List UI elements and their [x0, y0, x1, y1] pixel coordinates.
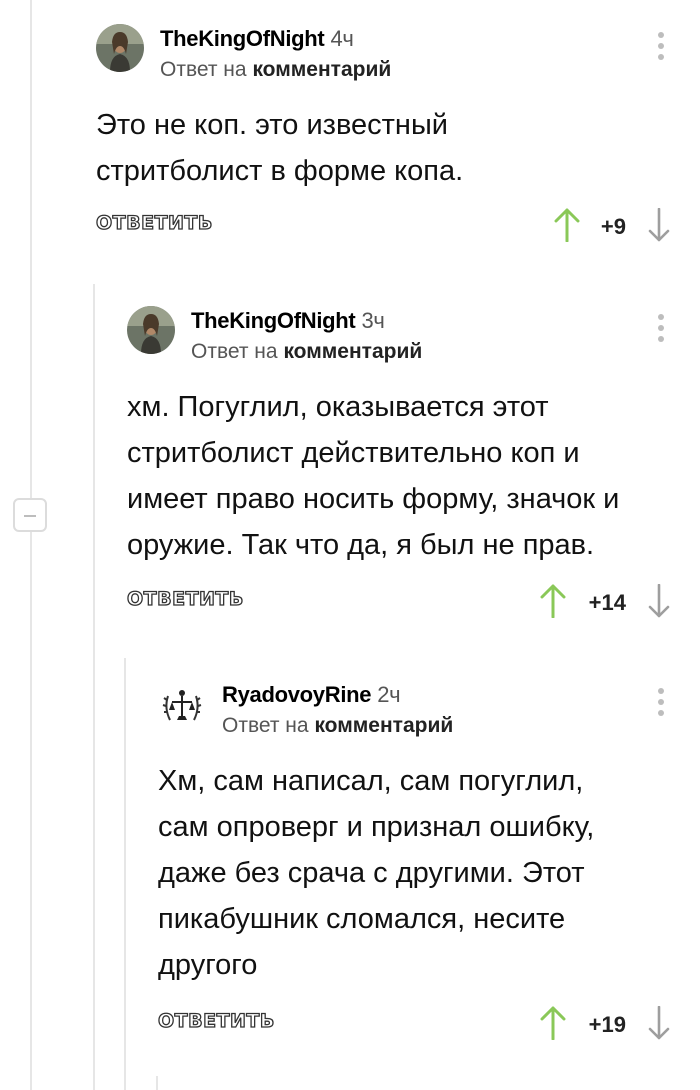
comment-author[interactable]: TheKingOfNight 4ч	[160, 26, 354, 52]
comment-text-line: Это не коп. это известный	[96, 109, 448, 141]
comment-time: 4ч	[330, 26, 354, 51]
comment-author[interactable]: TheKingOfNight 3ч	[191, 308, 385, 334]
rating-score: +14	[588, 590, 626, 615]
comment: RyadovoyRine 2ч Ответ на комментарий Хм, …	[157, 680, 688, 1060]
comment-time: 3ч	[361, 308, 385, 333]
rating-score: +9	[600, 214, 626, 239]
comment-text-line: Хм, сам написал, сам погуглил,	[158, 765, 584, 797]
upvote-arrow-icon[interactable]	[540, 584, 566, 618]
comment-text-line: сам опроверг и признал ошибку,	[158, 811, 595, 843]
comment-text: хм. Погуглил, оказывается этот стритболи…	[127, 384, 687, 568]
comment-author[interactable]: RyadovoyRine 2ч	[222, 682, 401, 708]
comment-text-line: стритболист действительно коп и	[127, 437, 580, 469]
thread-line	[30, 532, 32, 1090]
comment: TheKingOfNight 4ч Ответ на комментарий Эт…	[95, 24, 686, 254]
more-options-icon[interactable]	[654, 314, 668, 354]
upvote-arrow-icon[interactable]	[540, 1006, 566, 1040]
comment: TheKingOfNight 3ч Ответ на комментарий хм…	[126, 306, 687, 626]
comment-text-line: даже без срача с другими. Этот	[158, 857, 585, 889]
reply-button[interactable]: ОТВЕТИТЬ	[95, 211, 213, 234]
comment-text-line: имеет право носить форму, значок и	[127, 483, 620, 515]
downvote-arrow-icon[interactable]	[648, 208, 670, 242]
comment-text-line: стритболист в форме копа.	[96, 155, 464, 187]
reply-to-link[interactable]: Ответ на комментарий	[191, 340, 422, 364]
comment-text-line: другого	[158, 949, 258, 981]
more-options-icon[interactable]	[654, 32, 668, 72]
thread-line	[124, 658, 126, 1090]
reply-button[interactable]: ОТВЕТИТЬ	[126, 587, 244, 610]
comment-text: Это не коп. это известный стритболист в …	[96, 102, 686, 194]
reply-to-link[interactable]: Ответ на комментарий	[222, 714, 453, 738]
more-options-icon[interactable]	[654, 688, 668, 728]
downvote-arrow-icon[interactable]	[648, 584, 670, 618]
user-portrait-icon	[127, 306, 175, 354]
reply-button[interactable]: ОТВЕТИТЬ	[157, 1009, 275, 1032]
comment-text: Хм, сам написал, сам погуглил, сам опров…	[158, 758, 688, 988]
thread-line	[30, 0, 32, 498]
downvote-arrow-icon[interactable]	[648, 1006, 670, 1040]
comment-text-line: оружие. Так что да, я был не прав.	[127, 529, 595, 561]
thread-line	[156, 1076, 158, 1090]
reply-to-link[interactable]: Ответ на комментарий	[160, 58, 391, 82]
comment-text-line: пикабушник сломался, несите	[158, 903, 566, 935]
comment-text-line: хм. Погуглил, оказывается этот	[127, 391, 549, 423]
collapse-thread-button[interactable]	[13, 498, 47, 532]
thread-line	[93, 284, 95, 1090]
avatar[interactable]	[96, 24, 144, 72]
rating-score: +19	[588, 1012, 626, 1037]
user-portrait-icon	[96, 24, 144, 72]
avatar[interactable]	[127, 306, 175, 354]
avatar[interactable]	[158, 682, 206, 730]
comment-time: 2ч	[377, 682, 401, 707]
justice-emblem-icon	[158, 682, 206, 730]
